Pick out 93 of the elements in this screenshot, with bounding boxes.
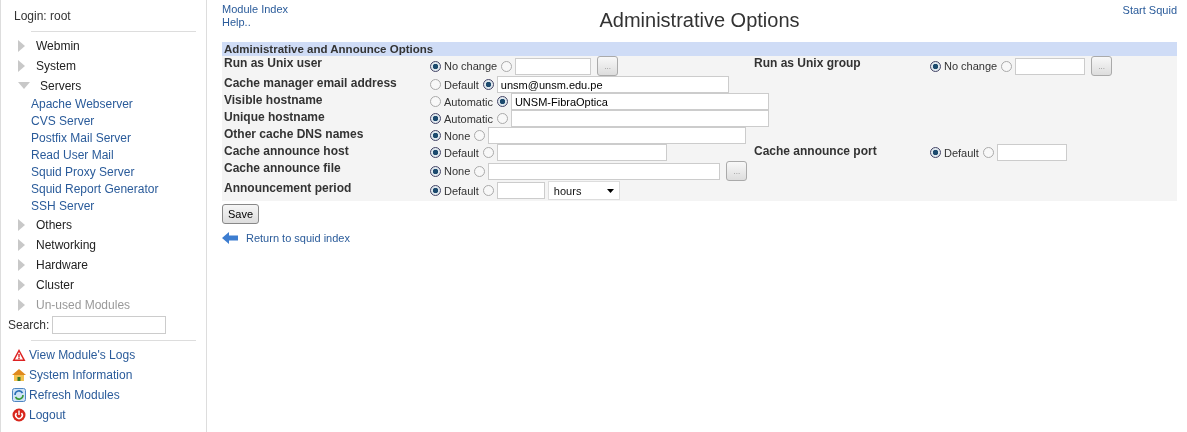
collapsed-triangle-icon bbox=[18, 60, 26, 72]
radio-button[interactable] bbox=[496, 113, 508, 124]
radio-button[interactable] bbox=[430, 60, 441, 72]
start-squid-link[interactable]: Start Squid bbox=[1122, 4, 1177, 16]
unit-dropdown[interactable]: hours bbox=[547, 181, 620, 200]
option-label: Default bbox=[444, 184, 479, 197]
page-title: Administrative Options bbox=[598, 8, 801, 33]
text-field[interactable]: unsm@unsm.edu.pe bbox=[496, 76, 729, 93]
search-field[interactable] bbox=[52, 316, 167, 334]
module-link[interactable]: Postfix Mail Server bbox=[7, 130, 206, 147]
text-field[interactable] bbox=[510, 110, 769, 127]
module-link[interactable]: SSH Server bbox=[7, 198, 206, 215]
sidebar-category[interactable]: Cluster bbox=[7, 275, 206, 295]
collapsed-triangle-icon bbox=[18, 239, 26, 251]
search-label: Search: bbox=[8, 318, 50, 332]
radio-button[interactable] bbox=[430, 96, 441, 107]
expanded-triangle-icon bbox=[18, 82, 30, 90]
option-label: None bbox=[444, 129, 471, 142]
text-field[interactable] bbox=[515, 57, 592, 75]
radio-button[interactable] bbox=[496, 96, 508, 107]
sidebar-category[interactable]: Hardware bbox=[7, 255, 206, 275]
option-label: No change bbox=[944, 60, 998, 72]
collapsed-triangle-icon bbox=[18, 40, 26, 52]
option-label: None bbox=[444, 165, 471, 177]
power-icon bbox=[12, 408, 26, 422]
warning-icon bbox=[12, 348, 26, 362]
radio-button[interactable] bbox=[982, 147, 994, 158]
collapsed-triangle-icon bbox=[18, 259, 26, 271]
field-label: Unique hostname bbox=[223, 110, 326, 126]
field-label: Cache announce file bbox=[223, 161, 342, 177]
radio-button[interactable] bbox=[430, 165, 441, 177]
radio-button[interactable] bbox=[482, 147, 494, 158]
module-link[interactable]: Squid Report Generator bbox=[7, 181, 206, 198]
sidebar-category[interactable]: Others bbox=[7, 215, 206, 235]
sidebar-category[interactable]: System bbox=[7, 56, 206, 76]
radio-button[interactable] bbox=[482, 79, 494, 90]
login-label: Login: root bbox=[13, 8, 72, 25]
radio-button[interactable] bbox=[1001, 60, 1013, 72]
text-field[interactable] bbox=[496, 144, 667, 161]
sidebar-link[interactable]: Logout bbox=[7, 405, 206, 425]
radio-button[interactable] bbox=[430, 147, 441, 158]
field-label: Announcement period bbox=[223, 181, 353, 197]
option-label: Automatic bbox=[444, 95, 493, 108]
text-field[interactable] bbox=[496, 182, 545, 199]
radio-button[interactable] bbox=[930, 60, 941, 72]
collapsed-triangle-icon bbox=[18, 219, 26, 231]
radio-button[interactable] bbox=[430, 130, 441, 141]
module-link[interactable]: Read User Mail bbox=[7, 147, 206, 164]
radio-button[interactable] bbox=[474, 165, 486, 177]
sidebar-category[interactable]: Servers bbox=[7, 76, 206, 96]
option-label: Default bbox=[944, 146, 979, 159]
option-label: Default bbox=[444, 146, 479, 159]
radio-button[interactable] bbox=[501, 60, 513, 72]
sidebar-link[interactable]: System Information bbox=[7, 365, 206, 385]
text-field[interactable]: UNSM-FibraOptica bbox=[510, 93, 769, 110]
radio-button[interactable] bbox=[430, 185, 441, 196]
text-field[interactable] bbox=[1015, 57, 1086, 75]
header-link[interactable]: Module Index bbox=[222, 3, 422, 16]
field-label: Cache announce host bbox=[223, 144, 350, 160]
caret-icon bbox=[606, 188, 614, 193]
return-link[interactable]: Return to squid index bbox=[222, 232, 350, 244]
field-label: Run as Unix group bbox=[753, 56, 862, 72]
save-button[interactable]: Save bbox=[222, 204, 260, 224]
collapsed-triangle-icon bbox=[18, 299, 26, 311]
radio-button[interactable] bbox=[474, 130, 486, 141]
field-label: Run as Unix user bbox=[223, 56, 324, 72]
text-field[interactable] bbox=[488, 162, 721, 180]
text-field[interactable] bbox=[996, 144, 1067, 161]
module-link[interactable]: CVS Server bbox=[7, 113, 206, 130]
sidebar-category[interactable]: Webmin bbox=[7, 36, 206, 56]
sidebar-link[interactable]: View Module's Logs bbox=[7, 345, 206, 365]
sidebar-link[interactable]: Refresh Modules bbox=[7, 385, 206, 405]
field-label: Visible hostname bbox=[223, 93, 324, 109]
header-link[interactable]: Help.. bbox=[222, 16, 422, 29]
field-label: Cache announce port bbox=[753, 144, 878, 160]
radio-button[interactable] bbox=[430, 113, 441, 124]
option-label: Automatic bbox=[444, 112, 493, 125]
option-label: No change bbox=[444, 60, 498, 72]
refresh-icon bbox=[12, 388, 26, 402]
house-icon bbox=[12, 368, 26, 382]
radio-button[interactable] bbox=[930, 147, 941, 158]
module-link[interactable]: Apache Webserver bbox=[7, 96, 206, 113]
radio-button[interactable] bbox=[482, 185, 494, 196]
section-header: Administrative and Announce Options bbox=[222, 42, 1177, 56]
radio-button[interactable] bbox=[430, 79, 441, 90]
sidebar-category[interactable]: Networking bbox=[7, 235, 206, 255]
module-link[interactable]: Squid Proxy Server bbox=[7, 164, 206, 181]
text-field[interactable] bbox=[488, 127, 747, 144]
option-label: Default bbox=[444, 78, 479, 91]
field-label: Cache manager email address bbox=[223, 76, 398, 92]
field-label: Other cache DNS names bbox=[223, 127, 365, 143]
collapsed-triangle-icon bbox=[18, 279, 26, 291]
back-arrow-icon bbox=[222, 232, 238, 244]
